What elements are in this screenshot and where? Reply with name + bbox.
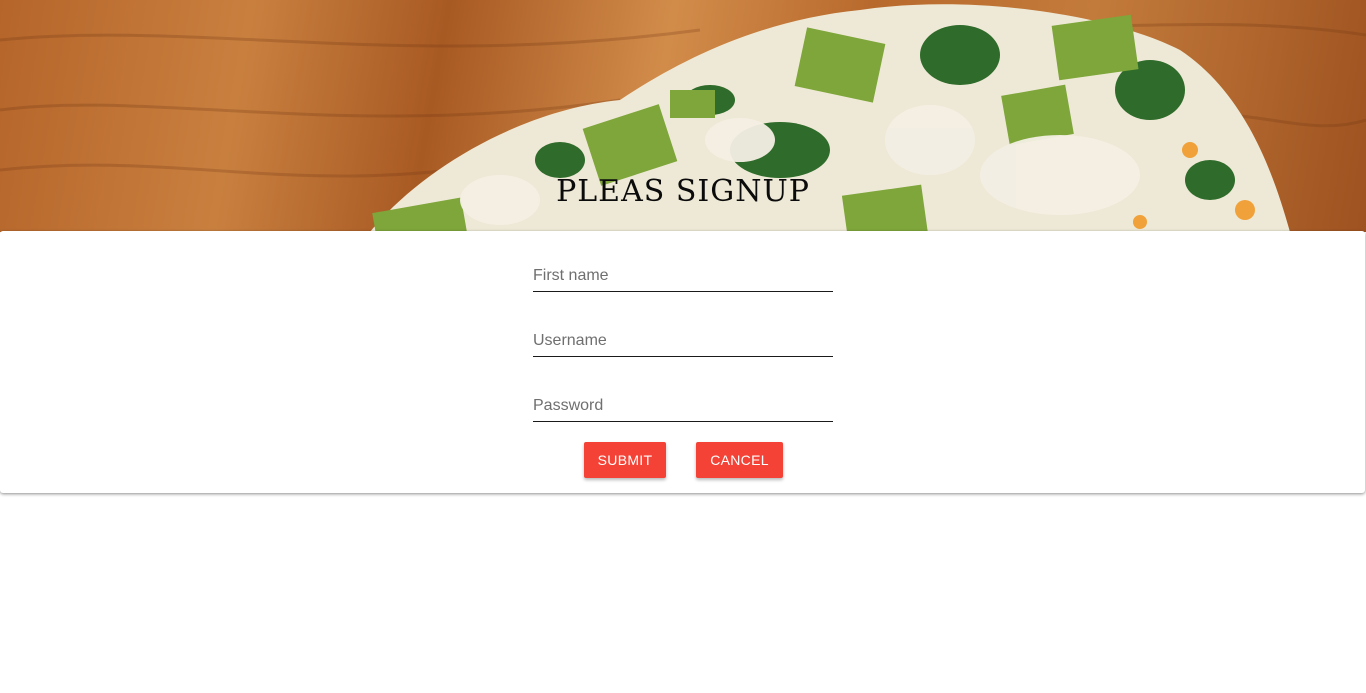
signup-card: SUBMIT CANCEL	[0, 231, 1365, 493]
first-name-field[interactable]	[533, 261, 833, 292]
username-field[interactable]	[533, 326, 833, 357]
cancel-button[interactable]: CANCEL	[696, 442, 783, 478]
password-field[interactable]	[533, 391, 833, 422]
page-title: PLEAS SIGNUP	[556, 174, 810, 209]
submit-button[interactable]: SUBMIT	[584, 442, 666, 478]
hero-banner: PLEAS SIGNUP	[0, 0, 1366, 232]
